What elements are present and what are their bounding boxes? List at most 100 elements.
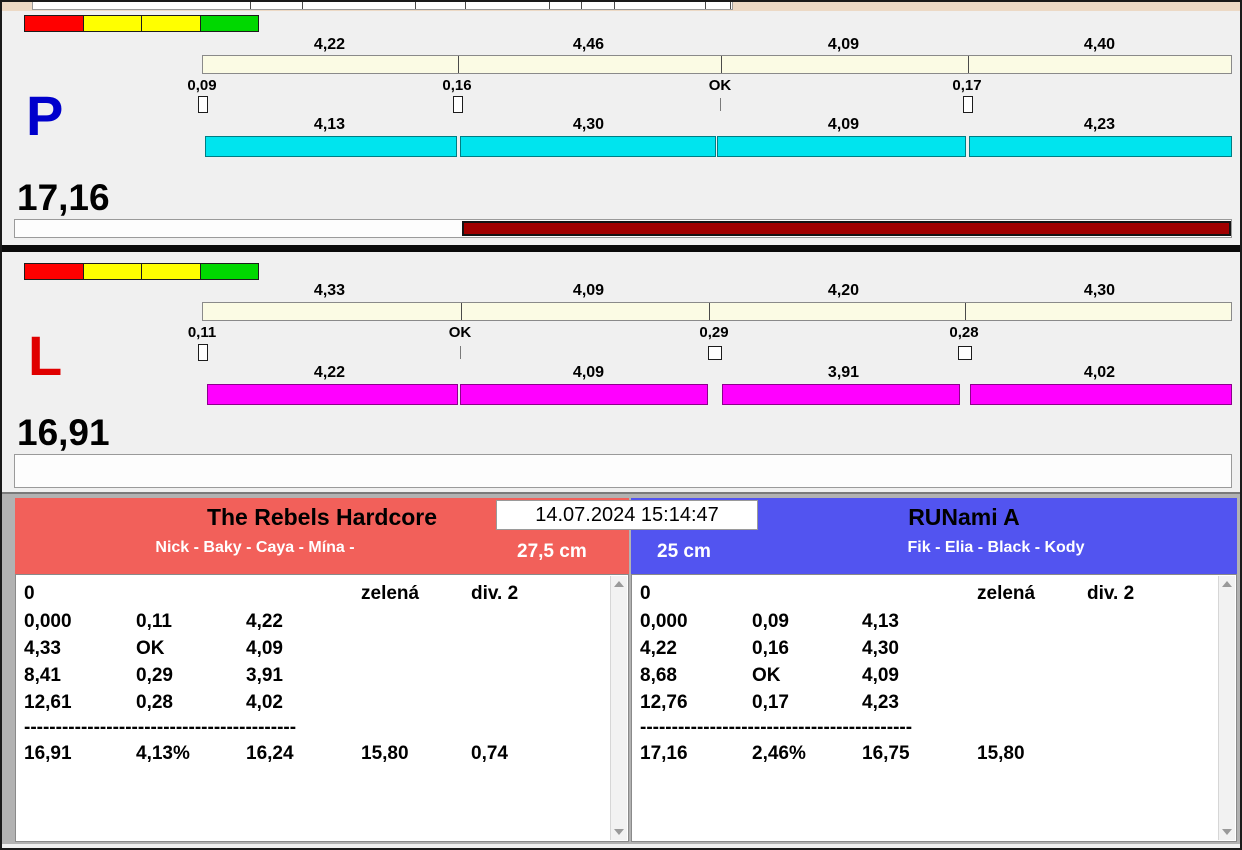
result-cell: 3,91 xyxy=(246,665,283,686)
summary-cell: 16,91 xyxy=(24,743,72,764)
result-cell: 12,61 xyxy=(24,692,72,713)
lane-l-crossing-tick xyxy=(460,346,461,359)
lane-p-interval-time: 4,40 xyxy=(1083,36,1116,53)
lane-l-total-time: 16,91 xyxy=(17,412,110,453)
top-desktop-strip xyxy=(2,2,1240,11)
lane-p-crossing-label: 0,16 xyxy=(442,77,472,94)
lane-p-bar-segment xyxy=(969,136,1232,157)
lane-p-interval-track xyxy=(202,55,1232,74)
results-summary-row: 17,16 2,46% 16,75 15,80 xyxy=(632,743,1216,767)
datetime-box: 14.07.2024 15:14:47 xyxy=(496,500,758,530)
lane-l-interval-time: 4,09 xyxy=(572,282,605,299)
result-cell: 0,000 xyxy=(640,611,688,632)
info-cell: zelená xyxy=(977,583,1036,604)
lane-p-traffic-light xyxy=(24,15,259,32)
lane-p-crossing-tick xyxy=(453,96,463,113)
result-cell: 0,16 xyxy=(752,638,789,659)
team-right-members: Fik - Elia - Black - Kody xyxy=(907,539,1085,556)
summary-cell: 16,24 xyxy=(246,743,294,764)
lane-l-segment-time: 4,09 xyxy=(572,364,605,381)
lane-l-progress-track xyxy=(14,454,1232,488)
summary-cell: 17,16 xyxy=(640,743,688,764)
result-cell: OK xyxy=(136,638,165,659)
lane-p-crossing-tick xyxy=(198,96,208,113)
lane-l-crossing-label: 0,11 xyxy=(187,324,217,341)
results-row: 12,61 0,28 4,02 xyxy=(16,692,608,716)
traffic-light-cell xyxy=(200,15,259,32)
lane-p-bar-segment xyxy=(460,136,716,157)
scrollbar[interactable] xyxy=(1218,576,1235,840)
summary-cell: 2,46% xyxy=(752,743,806,764)
lane-p-progress-bar xyxy=(462,221,1231,236)
lane-l-bar-segment xyxy=(207,384,458,405)
results-row: 8,68 OK 4,09 xyxy=(632,665,1216,689)
lane-divider xyxy=(2,245,1240,252)
result-cell: 0,11 xyxy=(136,611,172,632)
result-cell: OK xyxy=(752,665,781,686)
scroll-down-icon[interactable] xyxy=(614,829,624,835)
scrollbar[interactable] xyxy=(610,576,627,840)
lane-l-interval-time: 4,30 xyxy=(1083,282,1116,299)
result-cell: 0,09 xyxy=(752,611,789,632)
lane-p-crossing-tick xyxy=(720,98,721,111)
lane-p-progress-track xyxy=(14,219,1232,238)
scroll-down-icon[interactable] xyxy=(1222,829,1232,835)
lane-p-segment-time: 4,13 xyxy=(313,116,346,133)
results-panel-left[interactable]: 0 zelená div. 2 0,000 0,11 4,22 4,33 OK … xyxy=(15,574,629,842)
lane-l-crossing-label: OK xyxy=(448,324,472,341)
team-right-jump-height: 25 cm xyxy=(657,541,711,562)
results-info-row: 0 zelená div. 2 xyxy=(16,583,608,607)
results-row: 4,22 0,16 4,30 xyxy=(632,638,1216,662)
summary-cell: 15,80 xyxy=(977,743,1025,764)
lane-l-crossing-tick xyxy=(708,346,722,360)
result-cell: 12,76 xyxy=(640,692,688,713)
scroll-up-icon[interactable] xyxy=(1222,581,1232,587)
result-cell: 4,09 xyxy=(246,638,283,659)
info-cell: 0 xyxy=(640,583,651,604)
results-info-row: 0 zelená div. 2 xyxy=(632,583,1216,607)
info-cell: div. 2 xyxy=(1087,583,1135,604)
summary-cell: 4,13% xyxy=(136,743,190,764)
results-row: 4,33 OK 4,09 xyxy=(16,638,608,662)
lane-p-bar-segment xyxy=(717,136,966,157)
result-cell: 4,22 xyxy=(640,638,677,659)
lane-l-interval-track xyxy=(202,302,1232,321)
lane-l-bar-segment xyxy=(970,384,1232,405)
results-row: 0,000 0,09 4,13 xyxy=(632,611,1216,635)
lane-p-segment-time: 4,09 xyxy=(827,116,860,133)
scroll-up-icon[interactable] xyxy=(614,581,624,587)
lane-p-crossing-label: 0,09 xyxy=(187,77,217,94)
lane-l-segment-time: 4,22 xyxy=(313,364,346,381)
app-window: 4,22 4,46 4,09 4,40 0,09 0,16 OK 0,17 4,… xyxy=(0,0,1242,850)
lane-l-bar-segment xyxy=(722,384,960,405)
lane-p-bar-segment xyxy=(205,136,457,157)
info-cell: zelená xyxy=(361,583,420,604)
lane-l-crossing-label: 0,28 xyxy=(949,324,979,341)
traffic-light-cell xyxy=(83,15,142,32)
result-cell: 0,28 xyxy=(136,692,173,713)
separator-text: ----------------------------------------… xyxy=(24,717,297,738)
summary-cell: 16,75 xyxy=(862,743,910,764)
info-cell: div. 2 xyxy=(471,583,519,604)
lane-p-interval-time: 4,22 xyxy=(313,36,346,53)
lane-l-letter: L xyxy=(28,324,63,387)
result-cell: 8,41 xyxy=(24,665,61,686)
traffic-light-cell xyxy=(83,263,142,280)
result-cell: 0,29 xyxy=(136,665,173,686)
results-summary-row: 16,91 4,13% 16,24 15,80 0,74 xyxy=(16,743,608,767)
lane-p-letter: P xyxy=(26,84,64,147)
lane-l-segment-time: 4,02 xyxy=(1083,364,1116,381)
result-cell: 4,22 xyxy=(246,611,283,632)
results-separator: ----------------------------------------… xyxy=(632,717,1216,741)
lane-p-total-time: 17,16 xyxy=(17,177,110,218)
background-window-edge xyxy=(32,2,733,10)
results-separator: ----------------------------------------… xyxy=(16,717,608,741)
traffic-light-cell xyxy=(200,263,259,280)
results-panel-right[interactable]: 0 zelená div. 2 0,000 0,09 4,13 4,22 0,1… xyxy=(631,574,1237,842)
result-cell: 8,68 xyxy=(640,665,677,686)
result-cell: 4,23 xyxy=(862,692,899,713)
separator-text: ----------------------------------------… xyxy=(640,717,913,738)
lane-p-crossing-label: 0,17 xyxy=(952,77,982,94)
team-left-jump-height: 27,5 cm xyxy=(517,541,587,562)
summary-cell: 0,74 xyxy=(471,743,508,764)
